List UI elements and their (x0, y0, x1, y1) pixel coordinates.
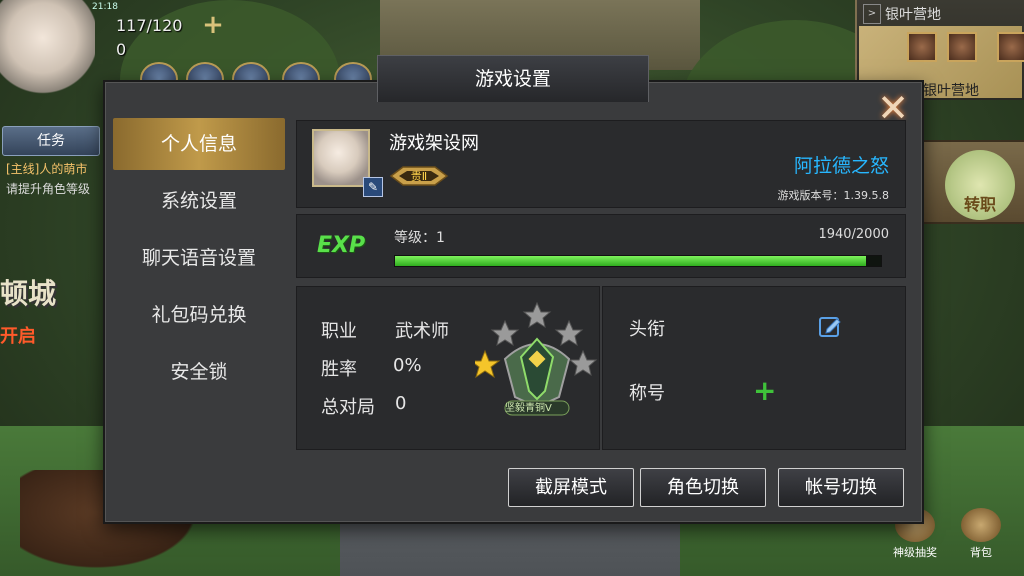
menu-item-personal-info[interactable]: 个人信息 (113, 118, 285, 170)
job-label: 职业 (321, 321, 357, 342)
head-title-label: 头衔 (629, 319, 665, 340)
matches-value: 0 (395, 393, 407, 414)
profile-avatar[interactable] (312, 129, 370, 187)
winrate-label: 胜率 (321, 359, 357, 380)
add-nickname-icon[interactable]: + (753, 377, 776, 405)
exp-progress-bar (394, 255, 882, 267)
menu-item-gift-code[interactable]: 礼包码兑换 (113, 289, 285, 341)
clock-text: 21:18 (92, 2, 118, 12)
switch-role-button[interactable]: 角色切换 (640, 468, 766, 507)
avatar-edit-icon[interactable]: ✎ (363, 177, 383, 197)
vip-badge-icon: 贵Ⅱ (389, 166, 449, 186)
city-banner: 顿城 (0, 277, 57, 310)
minimap-title: 银叶营地 (885, 7, 941, 23)
edit-icon[interactable] (819, 315, 841, 337)
server-name: 阿拉德之怒 (793, 155, 889, 177)
currency-counter: 0 (116, 40, 127, 59)
player-avatar[interactable] (0, 0, 95, 95)
job-change-button[interactable]: 转职 (945, 150, 1015, 220)
nickname-label: 称号 (629, 383, 665, 404)
backpack-button[interactable]: 背包 (954, 508, 1008, 562)
minimap-toggle-button[interactable]: > (863, 4, 881, 24)
party-member-icon[interactable] (997, 32, 1024, 62)
task-button[interactable]: 任务 (2, 126, 100, 156)
switch-account-button[interactable]: 帐号切换 (778, 468, 904, 507)
open-banner: 开启 (0, 326, 36, 347)
job-value: 武术师 (395, 321, 449, 342)
player-name: 游戏架设网 (389, 133, 479, 154)
rank-name: 坚毅青铜V (505, 403, 552, 414)
backpack-label: 背包 (970, 546, 992, 559)
backpack-icon (961, 508, 1001, 542)
screenshot-mode-button[interactable]: 截屏模式 (508, 468, 634, 507)
exp-panel: EXP 等级：1 1940/2000 (296, 214, 906, 278)
exp-logo: EXP (317, 233, 366, 258)
task-button-label: 任务 (37, 133, 65, 149)
minimap-location-label: 银叶营地 (923, 83, 979, 99)
quest-hint[interactable]: 请提升角色等级 (6, 180, 90, 197)
dialog-title: 游戏设置 (377, 55, 649, 102)
winrate-value: 0% (393, 355, 422, 376)
stats-panel: 职业 武术师 胜率 0% 总对局 0 坚毅青铜V (296, 286, 600, 450)
add-stamina-button[interactable]: + (200, 12, 226, 38)
profile-panel: ✎ 游戏架设网 贵Ⅱ 阿拉德之怒 游戏版本号：1.39.5.8 (296, 120, 906, 208)
menu-item-chat-voice[interactable]: 聊天语音设置 (113, 232, 285, 284)
matches-label: 总对局 (321, 397, 375, 418)
exp-value: 1940/2000 (818, 227, 889, 242)
settings-menu: 个人信息 系统设置 聊天语音设置 礼包码兑换 安全锁 (113, 118, 285, 403)
exp-progress-fill (395, 256, 867, 266)
stamina-counter: 117/120 (116, 16, 183, 35)
menu-item-security-lock[interactable]: 安全锁 (113, 346, 285, 398)
titles-panel: 头衔 称号 + (602, 286, 906, 450)
party-member-icon[interactable] (947, 32, 977, 62)
quest-line[interactable]: [主线]人的萌市 (6, 160, 87, 177)
version-text: 游戏版本号：1.39.5.8 (777, 189, 889, 202)
party-member-icon[interactable] (907, 32, 937, 62)
lottery-label: 神级抽奖 (893, 546, 937, 559)
vip-badge-label: 贵Ⅱ (411, 170, 427, 183)
menu-item-system-settings[interactable]: 系统设置 (113, 175, 285, 227)
level-label: 等级：1 (394, 230, 445, 246)
